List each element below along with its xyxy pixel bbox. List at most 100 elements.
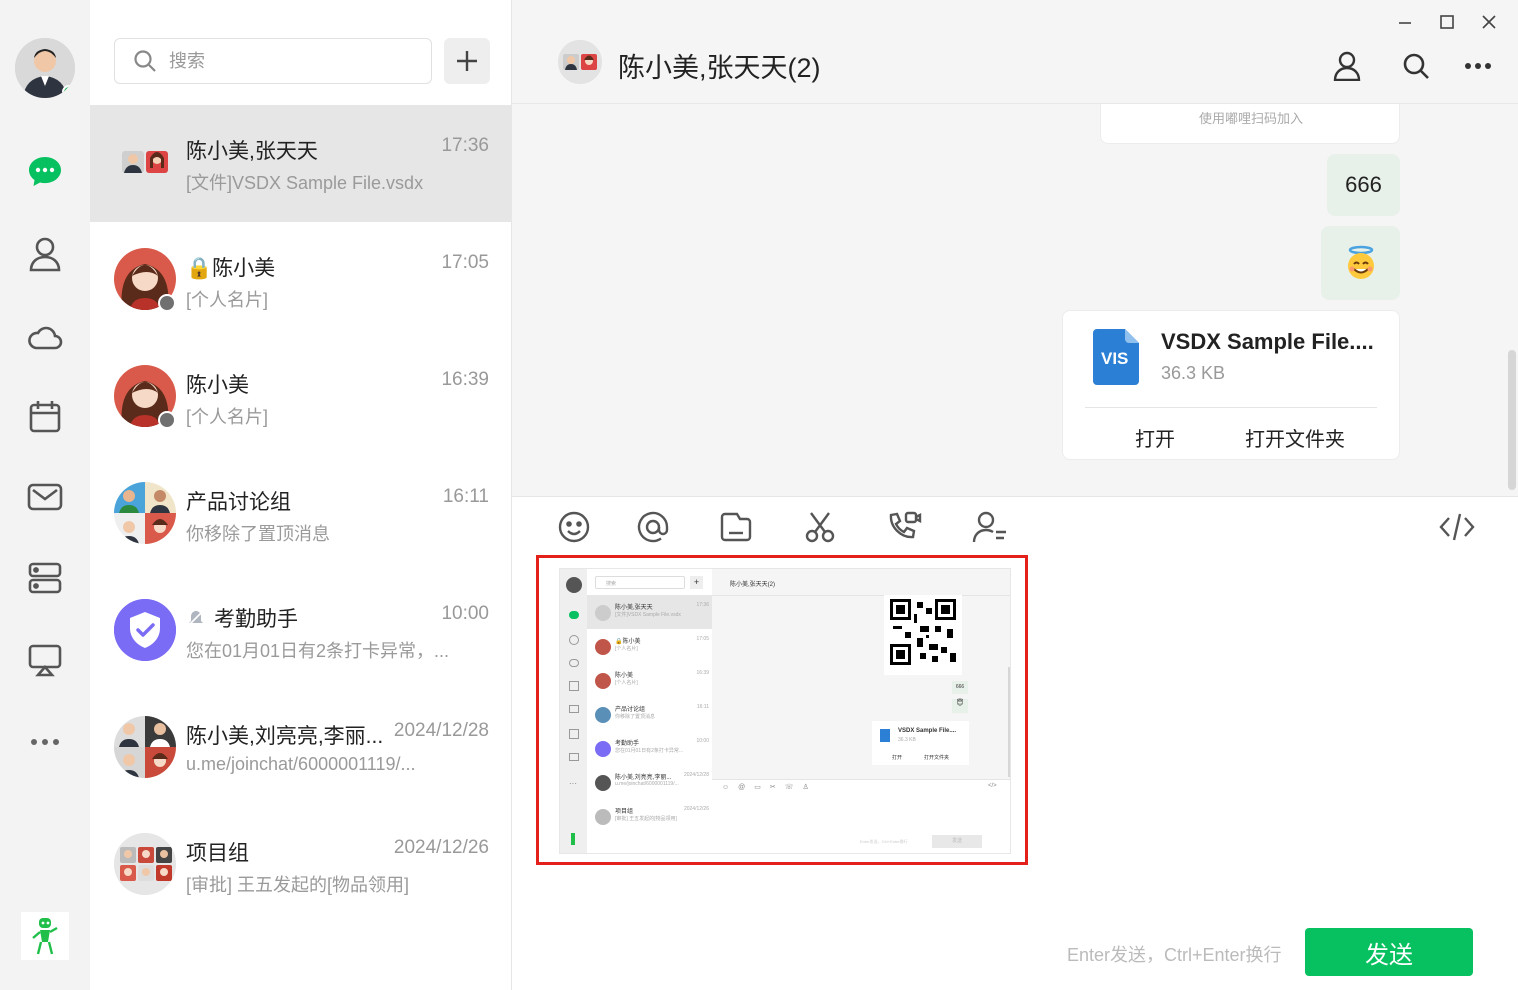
more-options-button[interactable]	[1458, 46, 1498, 86]
session-item[interactable]: 项目组 2024/12/26 [审批] 王五发起的[物品领用]	[90, 807, 511, 924]
qr-invite-card[interactable]: 使用嘟哩扫码加入	[1100, 104, 1400, 144]
folder-icon	[720, 512, 752, 542]
text-message-bubble[interactable]: 666	[1327, 154, 1400, 216]
emoji-button[interactable]	[554, 507, 594, 547]
file-name: VSDX Sample File....	[1161, 329, 1374, 354]
group-avatar	[114, 131, 176, 193]
screenshot-button[interactable]	[800, 507, 840, 547]
thumb-qr-card	[884, 595, 962, 675]
code-button[interactable]	[1437, 507, 1477, 547]
screen-share-nav-icon[interactable]	[25, 640, 65, 680]
maximize-icon	[1440, 15, 1454, 29]
session-time: 2024/12/28	[393, 720, 489, 741]
session-time: 10:00	[441, 603, 489, 624]
qr-code-icon	[890, 599, 956, 665]
close-button[interactable]	[1475, 8, 1503, 36]
session-time: 2024/12/26	[393, 837, 489, 858]
chat-nav-icon[interactable]	[25, 152, 65, 192]
online-status-dot	[62, 85, 75, 98]
search-box[interactable]	[114, 38, 432, 84]
thumb-row-time: 2024/12/28	[683, 772, 709, 778]
session-preview: [文件]VSDX Sample File.vsdx	[186, 173, 424, 193]
smile-icon	[558, 511, 590, 543]
message-list: 使用嘟哩扫码加入 666 VIS VSDX Sample File.... 36…	[512, 104, 1518, 496]
open-folder-button[interactable]: 打开文件夹	[1245, 423, 1345, 452]
thumb-row-time: 16:11	[696, 704, 709, 710]
thumb-row: 陈小美 16:39 [个人名片]	[615, 670, 709, 686]
thumb-row-time: 17:05	[696, 636, 709, 642]
my-avatar[interactable]	[15, 38, 75, 98]
thumb-row: 产品讨论组 16:11 你移除了置顶消息	[615, 704, 709, 720]
thumb-session-list: 搜索 + 陈小美,张天天 17:36 [文件]VSDX Sample File.vs…	[587, 569, 712, 853]
members-button[interactable]	[1327, 46, 1367, 86]
search-icon	[134, 50, 156, 72]
cloud-nav-icon[interactable]	[25, 316, 65, 356]
session-name: 考勤助手	[214, 608, 298, 631]
pasted-screenshot[interactable]: ··· 搜索 + 陈小美,张天天 17:36 [文件]VSDX Sample Fil…	[536, 555, 1028, 865]
session-name: 产品讨论组	[186, 491, 291, 514]
session-item[interactable]: 考勤助手 10:00 您在01月01日有2条打卡异常，...	[90, 573, 511, 690]
code-icon	[1439, 513, 1475, 541]
more-nav-icon[interactable]	[25, 722, 65, 762]
emoji-message-bubble[interactable]	[1321, 226, 1400, 300]
chat-group-avatar[interactable]	[558, 40, 602, 84]
session-time: 16:11	[442, 486, 489, 507]
thumb-row-preview: [个人名片]	[615, 646, 638, 652]
open-file-button[interactable]: 打开	[1135, 423, 1175, 452]
file-message-card[interactable]: VIS VSDX Sample File.... 36.3 KB 打开 打开文件…	[1062, 310, 1400, 460]
thumb-emoji: 😇	[952, 699, 968, 713]
session-item[interactable]: 产品讨论组 16:11 你移除了置顶消息	[90, 456, 511, 573]
session-preview: [审批] 王五发起的[物品领用]	[186, 875, 410, 895]
group-avatar	[114, 482, 176, 544]
send-hint: Enter发送，Ctrl+Enter换行	[1067, 945, 1282, 965]
session-item[interactable]: 陈小美,刘亮亮,李丽... 2024/12/28 u.me/joinchat/6…	[90, 690, 511, 807]
thumb-file-name: VSDX Sample File....	[898, 728, 957, 734]
minimize-button[interactable]	[1391, 8, 1419, 36]
attendance-assistant-avatar	[114, 599, 176, 661]
session-preview: u.me/joinchat/6000001119/...	[186, 754, 416, 774]
send-button[interactable]: 发送	[1305, 928, 1473, 976]
file-card-divider	[1085, 407, 1377, 408]
robot-app-icon[interactable]	[21, 912, 69, 960]
minimize-icon	[1399, 22, 1411, 24]
mention-button[interactable]	[633, 507, 673, 547]
add-member-button[interactable]	[970, 507, 1010, 547]
thumb-row: 项目组 2024/12/26 [审批] 王五发起的[物品领用]	[615, 806, 709, 822]
phone-video-icon	[889, 511, 922, 539]
session-name-row: 🔒陈小美	[186, 252, 275, 282]
file-type-label: VIS	[1101, 349, 1129, 368]
thumb-row-preview: [审批] 王五发起的[物品领用]	[615, 816, 677, 822]
maximize-button[interactable]	[1433, 8, 1461, 36]
close-icon	[1482, 15, 1496, 29]
thumb-row-time: 17:36	[696, 602, 709, 608]
session-item[interactable]: 🔒陈小美 17:05 [个人名片]	[90, 222, 511, 339]
search-input[interactable]	[169, 50, 409, 72]
session-time: 16:39	[441, 369, 489, 390]
session-name: 陈小美	[186, 374, 249, 397]
chat-header: 陈小美,张天天(2)	[512, 0, 1518, 104]
thumb-search: 搜索	[595, 576, 685, 589]
thumb-row-preview: u.me/joinchat/6000001119/...	[615, 781, 679, 787]
session-item[interactable]: 陈小美 16:39 [个人名片]	[90, 339, 511, 456]
file-button[interactable]	[716, 507, 756, 547]
call-button[interactable]	[884, 507, 924, 547]
plus-icon	[457, 51, 477, 71]
app-window: 陈小美,张天天 17:36 [文件]VSDX Sample File.vsdx …	[0, 0, 1518, 990]
contacts-nav-icon[interactable]	[25, 234, 65, 274]
workbench-nav-icon[interactable]	[25, 558, 65, 598]
session-name-row: 考勤助手	[186, 603, 298, 633]
search-icon	[1403, 53, 1429, 79]
composer: ··· 搜索 + 陈小美,张天天 17:36 [文件]VSDX Sample Fil…	[512, 496, 1518, 990]
message-scrollbar[interactable]	[1508, 350, 1516, 490]
search-chat-button[interactable]	[1396, 46, 1436, 86]
session-item[interactable]: 陈小美,张天天 17:36 [文件]VSDX Sample File.vsdx	[90, 105, 511, 222]
add-button[interactable]	[444, 38, 490, 84]
session-time: 17:05	[441, 252, 489, 273]
calendar-nav-icon[interactable]	[25, 396, 65, 436]
session-name: 陈小美	[212, 257, 276, 280]
offline-status-dot	[158, 411, 176, 429]
session-name: 项目组	[186, 842, 249, 865]
message-text: 666	[1345, 172, 1382, 197]
thumb-file-card: VSDX Sample File.... 36.3 KB 打开 打开文件夹	[872, 721, 969, 765]
mail-nav-icon[interactable]	[25, 477, 65, 517]
